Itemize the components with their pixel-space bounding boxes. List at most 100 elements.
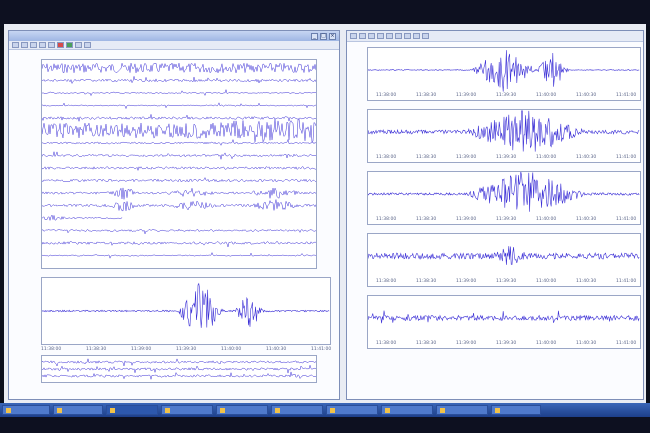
time-tick-label: 11:40:30 <box>576 217 597 222</box>
waveform-line <box>368 246 640 265</box>
waveform-line <box>368 310 640 324</box>
app-icon <box>57 407 62 413</box>
waveform-toolbar <box>347 31 643 42</box>
helicorder-row-trace <box>42 118 316 143</box>
taskbar-item[interactable] <box>271 405 323 415</box>
taskbar-item[interactable] <box>161 405 213 415</box>
maximize-icon[interactable]: □ <box>320 32 327 40</box>
save-icon[interactable] <box>359 33 366 39</box>
overview-strip[interactable] <box>41 355 317 383</box>
event-zoom-plot[interactable] <box>41 277 331 345</box>
helicorder-plot[interactable] <box>41 59 317 269</box>
close-icon[interactable]: × <box>329 32 336 40</box>
time-tick-label: 11:39:00 <box>456 217 477 222</box>
taskbar-item[interactable] <box>491 405 541 415</box>
app-icon <box>385 407 390 413</box>
start-icon <box>6 407 11 413</box>
taskbar-item[interactable] <box>106 405 158 415</box>
app-icon <box>495 407 500 413</box>
time-tick-label: 11:40:00 <box>536 279 557 284</box>
waveform-trace-panel[interactable]: 11:38:00 11:38:30 11:39:00 11:39:30 11:40:00… <box>367 295 641 349</box>
time-tick-label: 11:38:00 <box>376 93 397 98</box>
open-icon[interactable] <box>12 42 19 48</box>
time-tick-label: 11:40:30 <box>576 93 597 98</box>
waveform-trace-panel[interactable]: 11:38:00 11:38:30 11:39:00 11:39:30 11:40:00… <box>367 171 641 225</box>
time-tick-label: 11:39:30 <box>496 93 517 98</box>
time-tick-label: 11:40:00 <box>536 155 557 160</box>
event-waveform <box>42 282 330 328</box>
time-tick-label: 11:40:00 <box>536 341 557 346</box>
waveform-window[interactable]: 11:38:00 11:38:30 11:39:00 11:39:30 11:40:00… <box>346 30 644 400</box>
helicorder-window[interactable]: _ □ × 11:38:00 11:38:30 11:39:00 11:39:30 11… <box>8 30 340 400</box>
helicorder-row-trace <box>42 138 316 146</box>
app-icon <box>440 407 445 413</box>
waveform-trace-panel[interactable]: 11:38:00 11:38:30 11:39:00 11:39:30 11:40:00… <box>367 233 641 287</box>
time-tick-label: 11:38:30 <box>86 347 107 352</box>
time-tick-label: 11:39:00 <box>131 347 152 352</box>
app-icon <box>330 407 335 413</box>
app-icon <box>165 407 170 413</box>
waveform-trace-panel[interactable]: 11:38:00 11:38:30 11:39:00 11:39:30 11:40:00… <box>367 109 641 163</box>
taskbar-item[interactable] <box>326 405 378 415</box>
time-tick-label: 11:38:00 <box>376 341 397 346</box>
time-tick-label: 11:39:30 <box>496 341 517 346</box>
time-tick-label: 11:40:30 <box>576 279 597 284</box>
overview-traces <box>42 357 316 380</box>
overview-row-trace <box>42 364 316 374</box>
time-tick-label: 11:39:00 <box>456 341 477 346</box>
pan-icon[interactable] <box>395 33 402 39</box>
helicorder-row-trace <box>42 251 316 259</box>
waveform-trace <box>368 246 640 265</box>
time-tick-label: 11:41:00 <box>311 347 332 352</box>
save-icon[interactable] <box>21 42 28 48</box>
settings-icon[interactable] <box>413 33 420 39</box>
waveform-line <box>368 110 640 152</box>
time-tick-label: 11:40:00 <box>221 347 242 352</box>
time-tick-label: 11:38:00 <box>41 347 62 352</box>
zoom-out-icon[interactable] <box>48 42 55 48</box>
help-icon[interactable] <box>422 33 429 39</box>
minimize-icon[interactable]: _ <box>311 32 318 40</box>
time-tick-label: 11:39:30 <box>496 279 517 284</box>
time-tick-label: 11:41:00 <box>616 217 637 222</box>
app-icon <box>275 407 280 413</box>
zoom-out-icon[interactable] <box>386 33 393 39</box>
taskbar-item[interactable] <box>53 405 103 415</box>
waveform-line <box>368 172 640 212</box>
filter-icon[interactable] <box>75 42 82 48</box>
helicorder-row-trace <box>42 187 316 200</box>
waveform-trace-panel[interactable]: 11:38:00 11:38:30 11:39:00 11:39:30 11:40:00… <box>367 47 641 101</box>
time-tick-label: 11:38:00 <box>376 217 397 222</box>
print-icon[interactable] <box>30 42 37 48</box>
time-tick-label: 11:38:30 <box>416 217 437 222</box>
event-zoom-trace <box>42 282 330 328</box>
helicorder-row-trace <box>42 102 316 110</box>
waveform-trace <box>368 310 640 324</box>
helicorder-titlebar[interactable]: _ □ × <box>9 31 339 41</box>
taskbar-item[interactable] <box>436 405 488 415</box>
helicorder-row-trace <box>42 88 316 97</box>
time-tick-label: 11:41:00 <box>616 341 637 346</box>
print-icon[interactable] <box>368 33 375 39</box>
filter-icon[interactable] <box>404 33 411 39</box>
start-button[interactable] <box>2 405 50 415</box>
time-tick-label: 11:40:00 <box>536 217 557 222</box>
zoom-in-icon[interactable] <box>377 33 384 39</box>
time-tick-label: 11:38:30 <box>416 341 437 346</box>
time-tick-label: 11:38:30 <box>416 93 437 98</box>
taskbar-item[interactable] <box>381 405 433 415</box>
helicorder-traces <box>42 62 316 259</box>
stop-icon[interactable] <box>57 42 64 48</box>
helicorder-row-trace <box>42 76 316 85</box>
time-tick-label: 11:39:00 <box>456 93 477 98</box>
helicorder-row-trace <box>42 199 316 212</box>
monitor-bezel-top <box>0 0 650 26</box>
time-tick-label: 11:39:00 <box>456 155 477 160</box>
play-icon[interactable] <box>66 42 73 48</box>
overview-row-trace <box>42 371 316 380</box>
taskbar-item[interactable] <box>216 405 268 415</box>
helicorder-row-trace <box>42 240 316 248</box>
settings-icon[interactable] <box>84 42 91 48</box>
zoom-in-icon[interactable] <box>39 42 46 48</box>
open-icon[interactable] <box>350 33 357 39</box>
